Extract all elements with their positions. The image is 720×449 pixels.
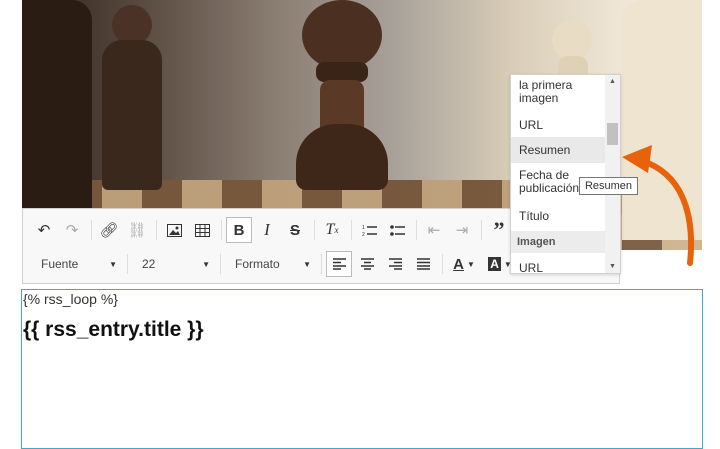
- toolbar-separator: [351, 220, 352, 240]
- undo-icon[interactable]: ↶: [31, 217, 57, 243]
- annotation-arrow-icon: [622, 145, 695, 266]
- table-icon[interactable]: [189, 217, 215, 243]
- toolbar-separator: [156, 220, 157, 240]
- dropdown-item-url[interactable]: URL: [511, 113, 605, 137]
- redo-icon[interactable]: ↷: [59, 217, 85, 243]
- dropdown-item-label: Resumen: [519, 143, 571, 157]
- text-color-icon[interactable]: A ▼: [447, 251, 481, 277]
- dropdown-item-label: Título: [519, 209, 550, 223]
- italic-icon[interactable]: I: [254, 217, 280, 243]
- size-combo[interactable]: 22 ▼: [132, 251, 216, 277]
- format-combo-label: Formato: [235, 257, 280, 271]
- rss-entry-title-line: {{ rss_entry.title }}: [23, 318, 204, 341]
- toolbar-row-2: Fuente ▼ 22 ▼ Formato ▼ A ▼ A ▼: [31, 249, 519, 279]
- chevron-down-icon: ▼: [303, 259, 311, 269]
- numbered-list-icon[interactable]: 12: [356, 217, 382, 243]
- toolbar-separator: [91, 220, 92, 240]
- align-right-icon[interactable]: [382, 251, 408, 277]
- dropdown-item-image-url[interactable]: URL: [511, 257, 605, 274]
- link-icon[interactable]: 🔗︎: [96, 217, 122, 243]
- toolbar-separator: [220, 254, 221, 274]
- bold-icon[interactable]: B: [226, 217, 252, 243]
- dropdown-group-label: Imagen: [517, 236, 556, 248]
- toolbar-separator: [416, 220, 417, 240]
- unlink-icon[interactable]: ⛓: [124, 217, 150, 243]
- format-combo[interactable]: Formato ▼: [225, 251, 317, 277]
- font-combo-label: Fuente: [41, 257, 79, 271]
- dropdown-item-label: imagen: [519, 91, 559, 105]
- chevron-down-icon: ▼: [202, 259, 210, 269]
- placeholder-dropdown[interactable]: la primera imagen URL Resumen Fecha de p…: [510, 74, 621, 274]
- toolbar-separator: [127, 254, 128, 274]
- dropdown-item-summary[interactable]: Resumen: [511, 137, 605, 163]
- size-combo-label: 22: [142, 257, 156, 271]
- image-icon[interactable]: [161, 217, 187, 243]
- font-combo[interactable]: Fuente ▼: [31, 251, 123, 277]
- dropdown-item-label: URL: [519, 118, 544, 132]
- strikethrough-icon[interactable]: S: [282, 217, 308, 243]
- outdent-icon[interactable]: ⇤: [421, 217, 447, 243]
- remove-format-icon[interactable]: Tx: [319, 217, 345, 243]
- editor-content-area[interactable]: {% rss_loop %} {{ rss_entry.title }}: [21, 289, 703, 449]
- dropdown-item-title[interactable]: Título: [511, 203, 605, 229]
- chevron-down-icon: ▼: [109, 259, 117, 269]
- toolbar-separator: [314, 220, 315, 240]
- svg-text:2: 2: [362, 232, 365, 237]
- toolbar-separator: [481, 220, 482, 240]
- bulleted-list-icon[interactable]: [384, 217, 410, 243]
- align-justify-icon[interactable]: [410, 251, 436, 277]
- blockquote-icon[interactable]: ”: [486, 217, 512, 243]
- dropdown-group-image: Imagen: [511, 231, 605, 253]
- toolbar-row-1: ↶ ↷ 🔗︎ ⛓ B I S Tx 12 ⇤ ⇥ ”: [31, 215, 514, 245]
- svg-text:1: 1: [362, 225, 365, 231]
- indent-icon[interactable]: ⇥: [449, 217, 475, 243]
- toolbar-separator: [442, 254, 443, 274]
- scrollbar-thumb[interactable]: [607, 123, 618, 145]
- dropdown-item-label: URL: [519, 261, 544, 274]
- align-left-icon[interactable]: [326, 251, 352, 277]
- scroll-up-icon[interactable]: ▲: [605, 78, 620, 85]
- dropdown-item-first-image[interactable]: la primera imagen: [511, 79, 605, 109]
- toolbar-separator: [221, 220, 222, 240]
- align-center-icon[interactable]: [354, 251, 380, 277]
- toolbar-separator: [321, 254, 322, 274]
- rss-loop-line: {% rss_loop %}: [23, 291, 118, 307]
